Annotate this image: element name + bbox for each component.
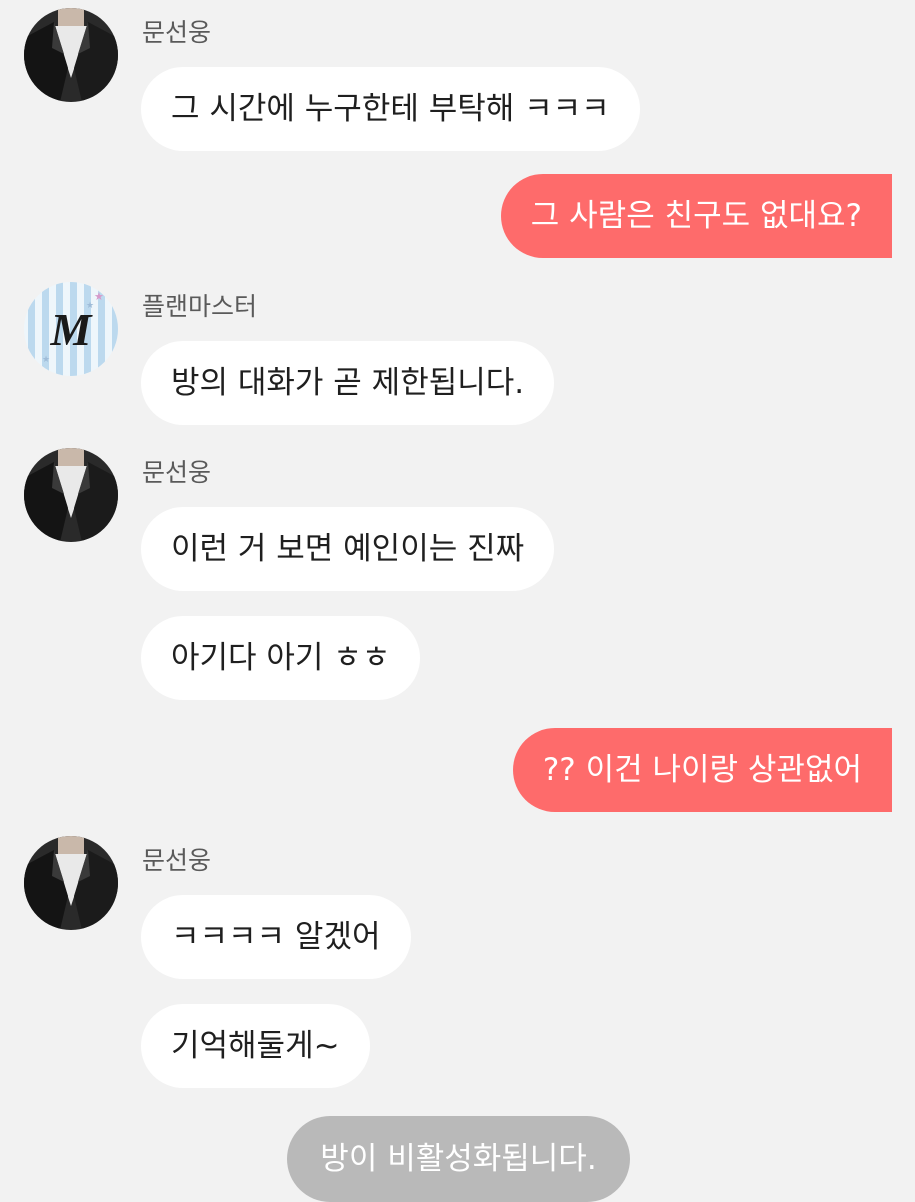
system-notice: 방이 비활성화됩니다. — [287, 1116, 630, 1202]
sender-avatar-moonseonwoong[interactable] — [24, 836, 118, 930]
incoming-message-bubble[interactable]: 그 시간에 누구한테 부탁해 ㅋㅋㅋ — [141, 67, 640, 151]
sender-name: 문선웅 — [142, 458, 212, 487]
incoming-message-bubble[interactable]: 방의 대화가 곧 제한됩니다. — [141, 341, 555, 425]
sender-name: 문선웅 — [142, 846, 212, 875]
svg-text:★: ★ — [94, 290, 104, 303]
outgoing-message-bubble[interactable]: ?? 이건 나이랑 상관없어 — [512, 728, 892, 812]
incoming-message-bubble[interactable]: ㅋㅋㅋㅋ 알겠어 — [141, 895, 411, 979]
svg-text:★: ★ — [86, 301, 94, 311]
leather-jacket-photo-avatar-icon — [24, 448, 118, 542]
sender-avatar-moonseonwoong[interactable] — [24, 448, 118, 542]
sender-avatar-moonseonwoong[interactable] — [24, 8, 118, 102]
svg-text:★: ★ — [42, 355, 50, 365]
svg-text:M: M — [50, 304, 94, 355]
leather-jacket-photo-avatar-icon — [24, 8, 118, 102]
letter-m-striped-avatar-icon: M ★ ★ ★ — [24, 282, 118, 376]
incoming-message-bubble[interactable]: 아기다 아기 ㅎㅎ — [141, 616, 421, 700]
leather-jacket-photo-avatar-icon — [24, 836, 118, 930]
sender-name: 플랜마스터 — [142, 292, 258, 321]
outgoing-message-bubble[interactable]: 그 사람은 친구도 없대요? — [500, 174, 892, 258]
incoming-message-bubble[interactable]: 기억해둘게~ — [141, 1004, 370, 1088]
incoming-message-bubble[interactable]: 이런 거 보면 예인이는 진짜 — [141, 507, 555, 591]
sender-name: 문선웅 — [142, 18, 212, 47]
sender-avatar-planmaster[interactable]: M ★ ★ ★ — [24, 282, 118, 376]
